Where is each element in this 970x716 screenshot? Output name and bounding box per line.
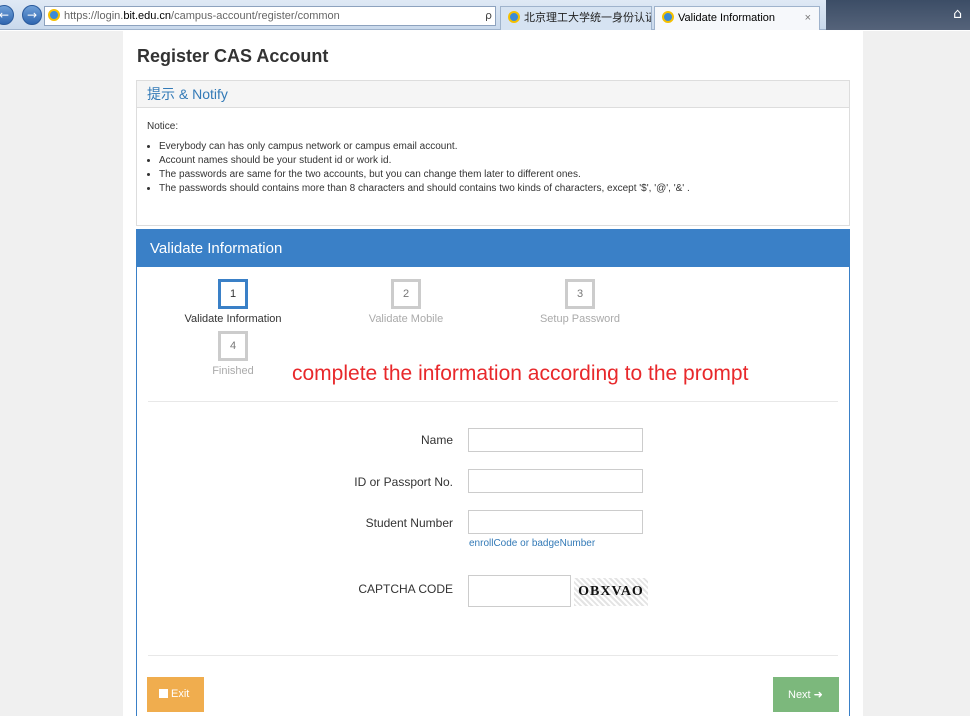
square-icon	[159, 689, 168, 698]
url-host: bit.edu.cn	[123, 10, 172, 22]
name-input[interactable]	[468, 428, 643, 452]
address-tools-icons[interactable]: ρ ▾ ▣ C	[485, 7, 495, 25]
step-1: 1 Validate Information	[163, 279, 303, 325]
notice-label: Notice:	[147, 121, 179, 132]
step-label: Setup Password	[539, 313, 621, 325]
step-number: 1	[218, 279, 248, 309]
notify-header: 提示 & Notify	[137, 81, 849, 108]
arrow-right-icon: ➜	[813, 688, 823, 701]
exit-label: Exit	[171, 688, 190, 700]
tab-title: 北京理工大学统一身份认证登录	[524, 12, 651, 24]
list-item: Account names should be your student id …	[159, 154, 849, 168]
ie-logo-icon	[662, 11, 674, 23]
exit-button[interactable]: Exit	[147, 677, 204, 712]
forward-arrow-icon[interactable]: →	[22, 5, 42, 25]
next-button[interactable]: Next ➜	[773, 677, 839, 712]
home-icon[interactable]: ⌂	[953, 6, 962, 22]
back-arrow-icon[interactable]: ←	[0, 5, 14, 25]
url-path: /campus-account/register/common	[171, 10, 340, 22]
ie-logo-icon	[48, 9, 60, 21]
prompt-text: complete the information according to th…	[292, 362, 749, 385]
captcha-label: CAPTCHA CODE	[358, 582, 453, 596]
page-title: Register CAS Account	[137, 46, 329, 66]
list-item: The passwords should contains more than …	[159, 182, 849, 196]
step-label: Validate Mobile	[368, 313, 444, 325]
divider	[148, 655, 838, 656]
step-number: 4	[218, 331, 248, 361]
step-label: Finished	[212, 365, 254, 377]
browser-toolbar: ← → https://login.bit.edu.cn/campus-acco…	[0, 0, 970, 30]
tab-cas-login[interactable]: 北京理工大学统一身份认证登录	[500, 6, 652, 30]
step-3: 3 Setup Password	[510, 279, 650, 325]
student-number-input[interactable]	[468, 510, 643, 534]
tab-validate-information[interactable]: Validate Information ×	[654, 6, 820, 30]
next-label: Next	[788, 689, 811, 701]
id-passport-input[interactable]	[468, 469, 643, 493]
step-label: Validate Information	[184, 313, 282, 325]
url-prefix: https://login.	[64, 10, 124, 22]
step-number: 2	[391, 279, 421, 309]
step-number: 3	[565, 279, 595, 309]
name-label: Name	[420, 433, 453, 447]
page-gutter-right	[863, 31, 970, 716]
notice-list: Everybody can has only campus network or…	[159, 140, 849, 196]
ie-logo-icon	[508, 11, 520, 23]
captcha-input[interactable]	[468, 575, 571, 607]
tab-title: Validate Information	[678, 12, 776, 24]
student-number-label: Student Number	[365, 516, 453, 530]
captcha-image[interactable]: OBXVAO	[574, 578, 648, 606]
window-titlebar	[826, 0, 970, 30]
id-label: ID or Passport No.	[354, 475, 453, 489]
student-number-help: enrollCode or badgeNumber	[469, 538, 596, 549]
notify-panel: 提示 & Notify Notice: Everybody can has on…	[136, 80, 850, 226]
list-item: The passwords are same for the two accou…	[159, 168, 849, 182]
step-2: 2 Validate Mobile	[336, 279, 476, 325]
divider	[148, 401, 838, 402]
page-gutter-left	[0, 31, 123, 716]
close-icon[interactable]: ×	[805, 7, 811, 29]
address-bar[interactable]: https://login.bit.edu.cn/campus-account/…	[44, 6, 496, 26]
step-4: 4 Finished	[163, 331, 303, 377]
validate-header: Validate Information	[137, 230, 849, 267]
list-item: Everybody can has only campus network or…	[159, 140, 849, 154]
